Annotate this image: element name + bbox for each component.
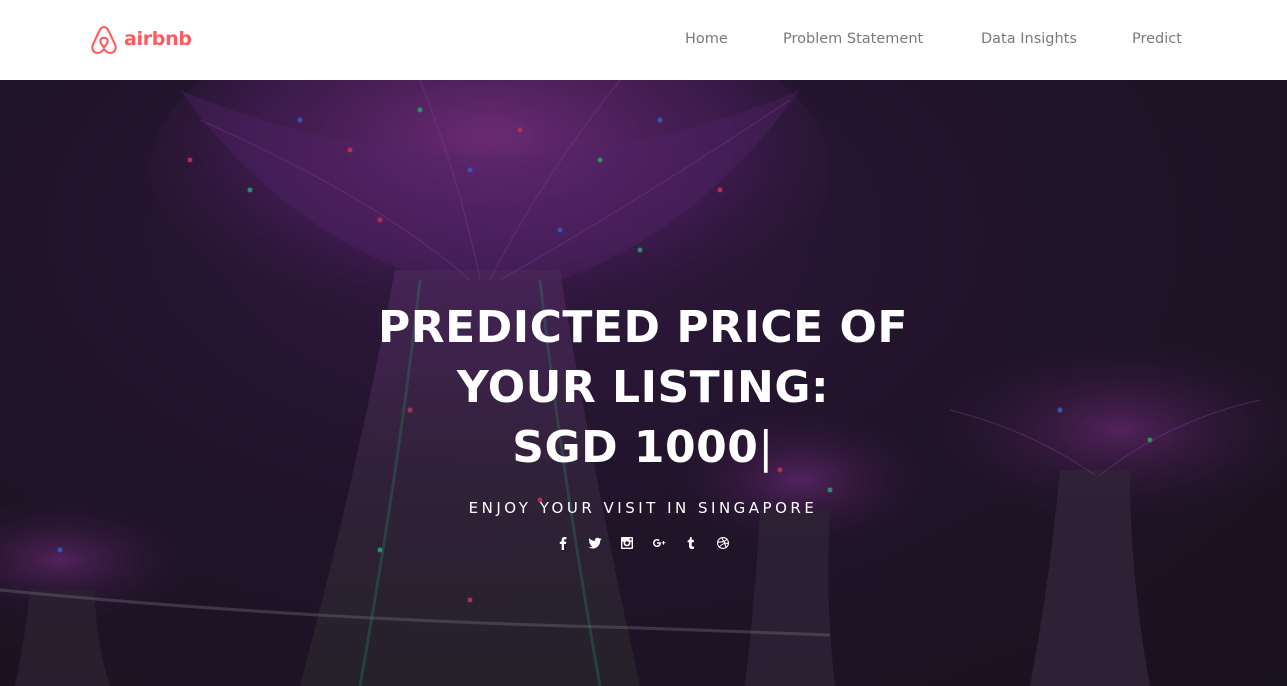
hero-section: PREDICTED PRICE OF YOUR LISTING: SGD 100… bbox=[0, 80, 1287, 686]
social-links bbox=[543, 533, 743, 553]
predicted-price-heading: PREDICTED PRICE OF YOUR LISTING: SGD 100… bbox=[343, 298, 943, 478]
nav-predict[interactable]: Predict bbox=[1132, 31, 1182, 47]
nav-data-insights[interactable]: Data Insights bbox=[981, 31, 1077, 47]
twitter-icon[interactable] bbox=[588, 536, 602, 550]
hero-subtitle: ENJOY YOUR VISIT IN SINGAPORE bbox=[468, 499, 818, 517]
typing-cursor: | bbox=[758, 422, 774, 473]
facebook-icon[interactable] bbox=[556, 536, 570, 550]
instagram-icon[interactable] bbox=[620, 536, 634, 550]
tumblr-icon[interactable] bbox=[684, 536, 698, 550]
heading-line-2: YOUR LISTING: bbox=[456, 362, 830, 413]
navbar: airbnb Home Problem Statement Data Insig… bbox=[0, 0, 1287, 80]
main-nav: Home Problem Statement Data Insights Pre… bbox=[0, 31, 1287, 51]
google-plus-icon[interactable] bbox=[652, 536, 666, 550]
predicted-price-value: SGD 1000 bbox=[512, 422, 759, 473]
heading-line-1: PREDICTED PRICE OF bbox=[378, 302, 908, 353]
nav-home[interactable]: Home bbox=[685, 31, 728, 47]
nav-problem-statement[interactable]: Problem Statement bbox=[783, 31, 923, 47]
dribbble-icon[interactable] bbox=[716, 536, 730, 550]
heading-line-3: SGD 1000| bbox=[343, 418, 943, 478]
